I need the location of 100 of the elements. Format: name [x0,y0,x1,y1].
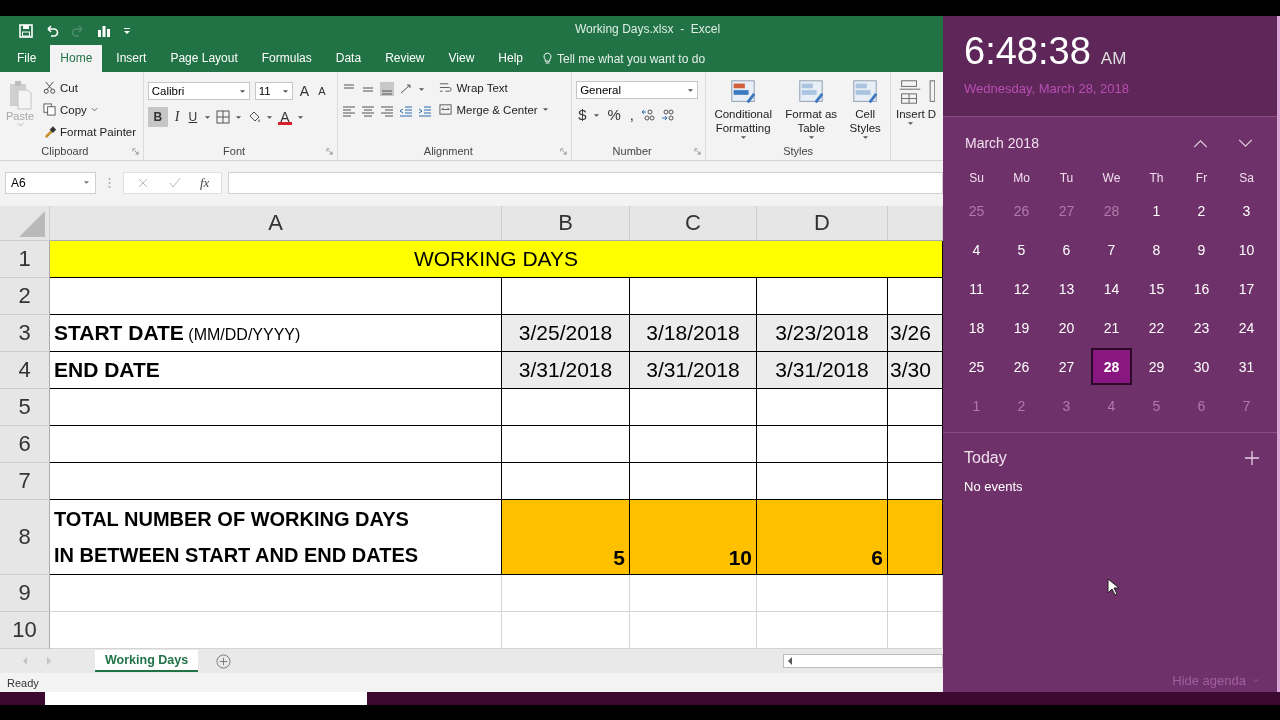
italic-button[interactable]: I [172,107,182,127]
shrink-font-button[interactable]: A [316,81,328,101]
calendar-day[interactable]: 17 [1226,270,1267,307]
calendar-day[interactable]: 6 [1046,231,1087,268]
calendar-day[interactable]: 24 [1226,309,1267,346]
align-right-icon[interactable] [380,104,395,118]
decrease-decimal-icon[interactable] [660,108,674,122]
row-header[interactable]: 2 [0,278,50,315]
calendar-day[interactable]: 22 [1136,309,1177,346]
align-center-icon[interactable] [361,104,376,118]
calendar-day[interactable]: 7 [1091,231,1132,268]
row-header[interactable]: 1 [0,241,50,278]
column-header[interactable]: D [757,206,888,241]
increase-indent-icon[interactable] [418,104,433,118]
font-size-field[interactable]: 11 [254,82,293,100]
caret-icon[interactable] [593,112,601,118]
merge-center-button[interactable]: Merge & Center [438,99,550,120]
font-name-field[interactable]: Calibri [147,82,250,100]
add-event-icon[interactable] [1245,451,1259,465]
ribbon-tab[interactable]: Page Layout [160,45,248,72]
calendar-day[interactable]: 23 [1181,309,1222,346]
name-box[interactable]: A6 [5,171,96,194]
delete-cells-button[interactable]: D [927,76,937,160]
ribbon-tab[interactable]: Formulas [251,45,322,72]
row-header[interactable]: 4 [0,352,50,389]
dialog-launcher-icon[interactable] [560,147,568,155]
add-sheet-icon[interactable] [216,653,232,669]
calendar-day[interactable]: 15 [1136,270,1177,307]
calendar-day[interactable]: 11 [956,270,997,307]
caret-icon[interactable] [235,114,243,120]
ribbon-tab[interactable]: Help [488,45,533,72]
calendar-day[interactable]: 1 [1136,192,1177,229]
select-all-corner[interactable] [0,206,50,241]
currency-button[interactable]: $ [576,105,589,125]
format-painter-button[interactable]: Format Painter [42,121,138,142]
decrease-indent-icon[interactable] [399,104,414,118]
styles-button[interactable]: Format as Table [782,76,841,142]
comma-button[interactable]: , [627,105,636,125]
redo-icon[interactable] [71,23,85,38]
scroll-left-icon[interactable] [787,657,793,665]
percent-button[interactable]: % [605,105,623,125]
ribbon-tab[interactable]: Data [325,45,372,72]
ribbon-tab[interactable]: Insert [106,45,157,72]
calendar-day[interactable]: 30 [1181,348,1222,385]
column-header[interactable]: A [50,206,502,241]
wrap-text-button[interactable]: Wrap Text [438,77,550,98]
calendar-day[interactable]: 13 [1046,270,1087,307]
calendar-day[interactable]: 2 [1181,192,1222,229]
column-header[interactable] [888,206,943,241]
orientation-icon[interactable] [399,82,414,96]
borders-icon[interactable] [216,110,231,124]
styles-button[interactable]: Cell Styles [846,76,885,142]
search-field[interactable] [45,692,367,705]
insert-function-button[interactable]: fx [200,174,210,191]
calendar-day[interactable]: 20 [1046,309,1087,346]
calendar-day[interactable]: 4 [956,231,997,268]
enter-check-icon[interactable] [168,175,182,190]
calendar-day[interactable]: 5 [1001,231,1042,268]
ribbon-tab[interactable]: Review [375,45,435,72]
row-header[interactable]: 7 [0,463,50,500]
calendar-day[interactable]: 12 [1001,270,1042,307]
row-header[interactable]: 5 [0,389,50,426]
month-title[interactable]: March 2018 [965,135,1163,151]
caret-icon[interactable] [418,86,426,92]
save-icon[interactable] [19,23,33,38]
font-color-button[interactable]: A [278,109,292,125]
ribbon-tab[interactable]: Home [50,45,103,72]
calendar-day[interactable]: 14 [1091,270,1132,307]
grow-font-button[interactable]: A [297,81,312,101]
calendar-day[interactable]: 10 [1226,231,1267,268]
row-header[interactable]: 3 [0,315,50,352]
undo-icon[interactable] [45,23,59,38]
calendar-day[interactable]: 9 [1181,231,1222,268]
calendar-day[interactable]: 27 [1046,348,1087,385]
calendar-day[interactable]: 16 [1181,270,1222,307]
previous-month-icon[interactable] [1193,138,1208,148]
underline-button[interactable]: U [186,107,200,127]
number-format-field[interactable]: General [576,81,699,99]
fill-bucket-icon[interactable] [247,110,262,124]
caret-icon[interactable] [204,114,212,120]
calendar-day[interactable]: 26 [1001,348,1042,385]
bar-chart-icon[interactable] [97,23,111,38]
caret-icon[interactable] [266,114,274,120]
calendar-day[interactable]: 21 [1091,309,1132,346]
styles-button[interactable]: Conditional Formatting [710,76,777,142]
formula-input-field[interactable] [228,171,943,194]
calendar-day[interactable]: 3 [1226,192,1267,229]
dialog-launcher-icon[interactable] [131,147,139,155]
caret-icon[interactable] [296,114,304,120]
calendar-day[interactable]: 31 [1226,348,1267,385]
tell-me-search[interactable]: Tell me what you want to do [543,45,706,72]
calendar-day[interactable]: 25 [956,348,997,385]
dialog-launcher-icon[interactable] [326,147,334,155]
horizontal-scrollbar[interactable] [783,654,943,668]
insert-cells-button[interactable]: Insert [895,76,926,160]
next-month-icon[interactable] [1238,138,1253,148]
customize-caret-icon[interactable] [123,26,131,35]
column-header[interactable]: C [630,206,757,241]
increase-decimal-icon[interactable] [641,108,655,122]
row-header[interactable]: 6 [0,426,50,463]
